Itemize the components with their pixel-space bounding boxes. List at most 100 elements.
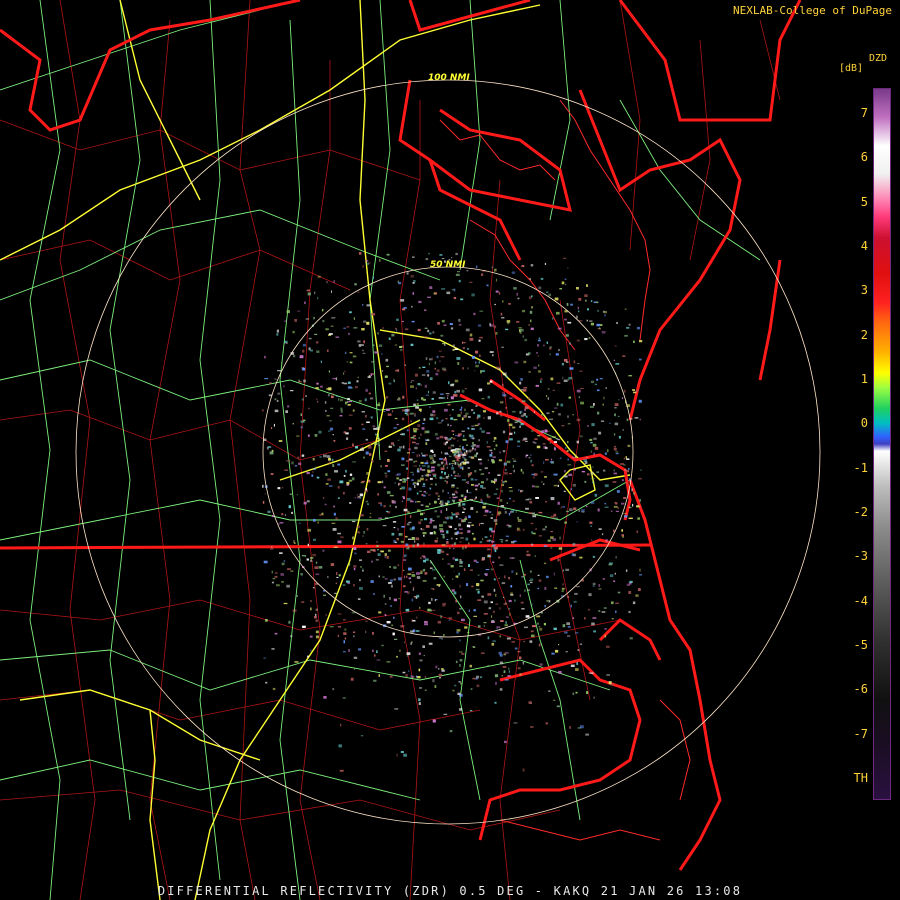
- radar-echo: [460, 461, 464, 463]
- radar-echo: [426, 370, 430, 373]
- radar-echo: [304, 301, 306, 304]
- radar-echo: [402, 445, 405, 449]
- radar-echo: [331, 392, 334, 395]
- radar-echo: [337, 497, 340, 499]
- radar-echo: [465, 412, 469, 415]
- radar-echo: [335, 517, 338, 520]
- radar-echo: [429, 417, 434, 421]
- radar-echo: [297, 310, 301, 312]
- radar-echo: [403, 554, 406, 558]
- nc-va-border: [0, 543, 651, 550]
- radar-echo: [428, 642, 433, 645]
- radar-echo: [416, 594, 420, 598]
- radar-echo: [483, 622, 487, 624]
- radar-echo: [284, 469, 288, 471]
- radar-echo: [446, 503, 448, 506]
- radar-echo: [558, 547, 563, 550]
- radar-echo: [503, 596, 505, 598]
- radar-echo: [480, 473, 484, 475]
- radar-echo: [597, 309, 599, 312]
- radar-echo: [586, 319, 588, 322]
- radar-map: [0, 0, 821, 900]
- radar-echo: [369, 453, 372, 456]
- radar-echo: [502, 372, 507, 376]
- radar-echo: [369, 512, 372, 514]
- radar-echo: [414, 501, 417, 503]
- radar-echo: [331, 395, 334, 399]
- radar-echo: [626, 458, 630, 460]
- radar-echo: [397, 280, 399, 283]
- radar-echo: [543, 344, 545, 347]
- radar-echo: [409, 500, 414, 503]
- radar-echo: [530, 264, 534, 267]
- radar-echo: [456, 460, 460, 462]
- radar-echo: [476, 265, 478, 269]
- color-scale-tick: 0: [860, 416, 868, 431]
- radar-echo: [394, 482, 396, 484]
- radar-echo: [406, 652, 411, 655]
- radar-echo: [504, 508, 506, 510]
- radar-echo: [290, 570, 294, 572]
- radar-echo: [628, 506, 631, 508]
- radar-echo: [564, 521, 567, 524]
- radar-echo: [387, 413, 392, 416]
- radar-echo: [383, 505, 386, 508]
- radar-echo: [573, 507, 577, 511]
- radar-echo: [442, 535, 445, 539]
- radar-echo: [424, 675, 427, 678]
- radar-echo: [367, 503, 369, 506]
- radar-echo: [271, 570, 273, 574]
- radar-echo: [432, 588, 435, 590]
- radar-echo: [416, 482, 419, 486]
- radar-echo: [487, 548, 491, 551]
- radar-echo: [538, 337, 541, 340]
- radar-echo: [540, 380, 542, 383]
- radar-echo: [563, 475, 568, 478]
- radar-echo: [425, 525, 430, 528]
- radar-echo: [514, 431, 516, 434]
- radar-echo: [347, 381, 351, 384]
- radar-echo: [487, 636, 490, 640]
- radar-echo: [313, 316, 315, 320]
- radar-echo: [540, 378, 543, 381]
- radar-echo: [545, 447, 548, 450]
- radar-echo: [521, 608, 525, 610]
- radar-echo: [510, 510, 512, 514]
- radar-echo: [466, 399, 471, 402]
- radar-echo: [521, 400, 526, 403]
- radar-echo: [424, 462, 429, 465]
- radar-echo: [424, 384, 427, 388]
- radar-echo: [633, 340, 635, 343]
- radar-echo: [567, 440, 569, 444]
- radar-echo: [567, 595, 570, 599]
- radar-echo: [449, 414, 451, 416]
- radar-echo: [425, 505, 429, 508]
- radar-echo: [592, 617, 597, 619]
- radar-echo: [274, 409, 279, 413]
- radar-echo: [278, 440, 283, 442]
- radar-echo: [433, 413, 436, 417]
- radar-echo: [454, 684, 457, 687]
- radar-echo: [413, 465, 417, 467]
- range-ring-100nmi: [75, 79, 821, 825]
- radar-echo: [502, 300, 504, 303]
- radar-echo: [360, 735, 364, 737]
- radar-echo: [437, 620, 441, 624]
- radar-echo: [566, 450, 569, 452]
- radar-echo: [444, 480, 447, 482]
- radar-echo: [366, 472, 370, 475]
- radar-echo: [468, 564, 470, 567]
- color-scale-tick: 1: [860, 372, 868, 386]
- radar-echo: [352, 443, 354, 447]
- radar-echo: [430, 519, 433, 522]
- radar-echo: [372, 631, 374, 635]
- radar-echo: [433, 525, 437, 529]
- radar-echo: [349, 361, 353, 364]
- radar-echo: [614, 422, 619, 426]
- radar-echo: [467, 416, 471, 418]
- radar-echo: [473, 312, 476, 316]
- radar-echo: [345, 351, 347, 354]
- radar-echo: [436, 417, 439, 420]
- radar-echo: [388, 382, 392, 385]
- radar-echo: [386, 408, 390, 411]
